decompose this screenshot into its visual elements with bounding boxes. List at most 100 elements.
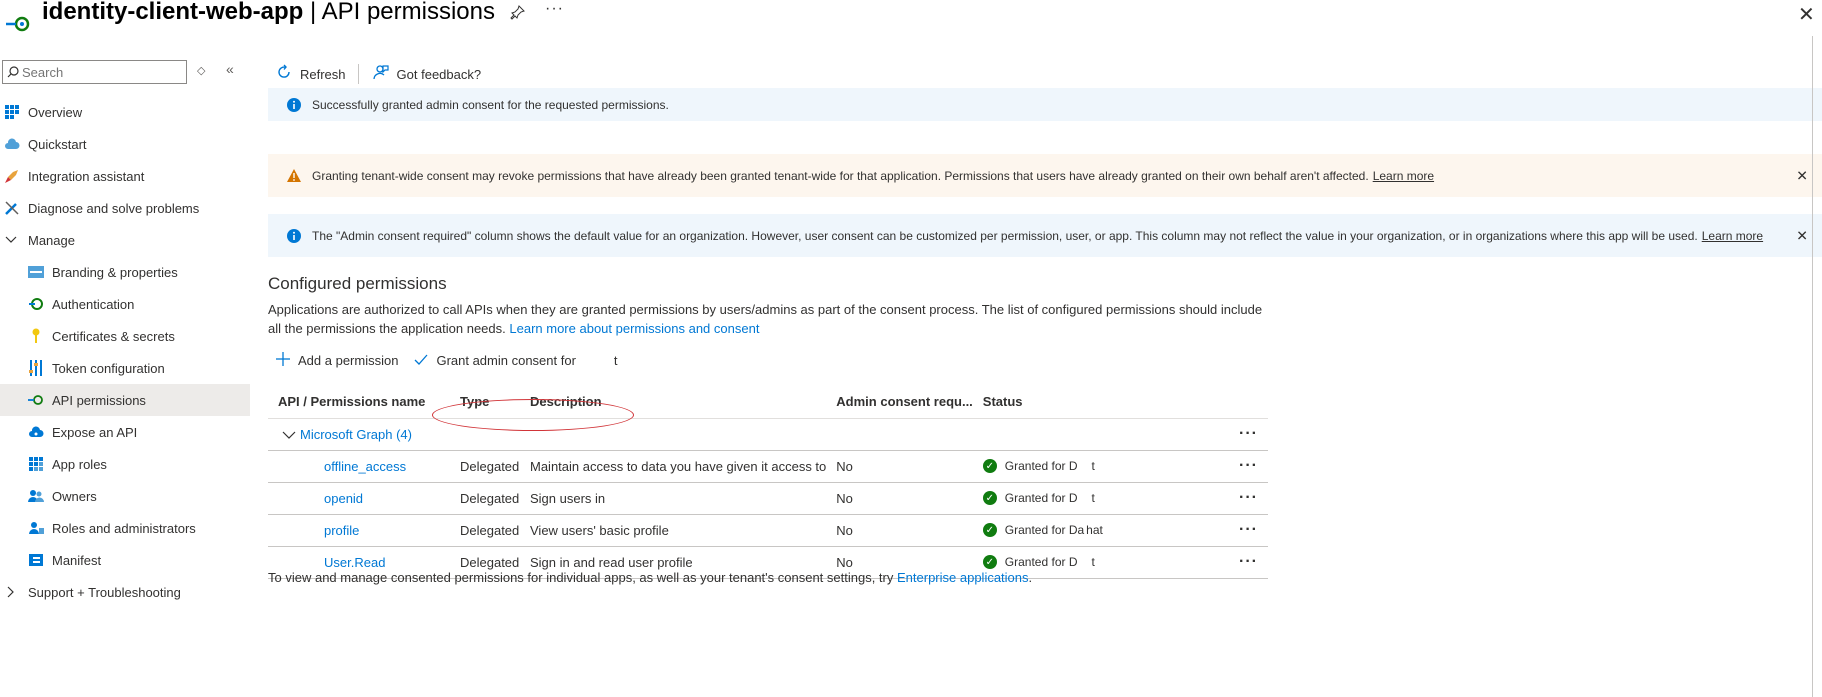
sidebar-item-label: Integration assistant bbox=[28, 168, 145, 184]
sidebar-item-label: Manage bbox=[28, 232, 75, 248]
more-icon[interactable]: ··· bbox=[1142, 514, 1268, 547]
status-cell: ✓ Granted for D t bbox=[972, 450, 1143, 483]
sidebar-item-certificates[interactable]: Certificates & secrets bbox=[0, 320, 250, 352]
sort-icon[interactable]: ◇ bbox=[197, 64, 205, 77]
sidebar-item-roles-administrators[interactable]: Roles and administrators bbox=[0, 512, 250, 544]
table-group-row: Microsoft Graph (4) ··· bbox=[268, 418, 1268, 451]
sidebar-item-overview[interactable]: Overview bbox=[0, 96, 250, 128]
close-icon[interactable]: ✕ bbox=[1798, 2, 1815, 27]
sidebar-item-label: Owners bbox=[52, 488, 97, 504]
api-group-microsoft-graph[interactable]: Microsoft Graph (4) bbox=[268, 418, 1143, 451]
sidebar-item-token-configuration[interactable]: Token configuration bbox=[0, 352, 250, 384]
section-title: Configured permissions bbox=[268, 274, 447, 293]
collapse-sidebar-icon[interactable]: « bbox=[226, 61, 234, 77]
close-icon[interactable]: ✕ bbox=[1796, 227, 1808, 244]
more-icon[interactable]: ··· bbox=[1142, 418, 1268, 451]
grant-admin-consent-button[interactable]: Grant admin consent for t bbox=[414, 350, 618, 371]
status-cell: ✓ Granted for D t bbox=[972, 482, 1143, 515]
admin-consent-value: No bbox=[826, 514, 973, 547]
sidebar-item-label: Support + Troubleshooting bbox=[28, 584, 181, 600]
status-text: Granted for Da bbox=[1004, 523, 1085, 537]
column-header-status[interactable]: Status bbox=[972, 386, 1143, 419]
permission-link[interactable]: openid bbox=[278, 491, 363, 506]
sidebar-item-label: Diagnose and solve problems bbox=[28, 200, 200, 216]
more-icon[interactable]: ··· bbox=[1142, 546, 1268, 579]
sidebar-group-support[interactable]: Support + Troubleshooting bbox=[0, 576, 250, 608]
status-cell: ✓ Granted for Da hat bbox=[972, 514, 1143, 547]
search-icon bbox=[7, 66, 19, 78]
permissions-actions: Add a permission Grant admin consent for… bbox=[276, 346, 618, 374]
cloud-icon bbox=[4, 136, 20, 152]
sidebar-item-label: Token configuration bbox=[52, 360, 165, 376]
status-tenant-tail: t bbox=[1091, 555, 1095, 569]
add-permission-button[interactable]: Add a permission bbox=[276, 350, 398, 371]
table-row: profile Delegated View users' basic prof… bbox=[268, 514, 1268, 547]
annotation-circle bbox=[432, 399, 634, 431]
api-group-label: Microsoft Graph (4) bbox=[300, 426, 412, 442]
sidebar-item-authentication[interactable]: Authentication bbox=[0, 288, 250, 320]
admin-consent-value: No bbox=[826, 450, 973, 483]
enterprise-applications-link[interactable]: Enterprise applications bbox=[897, 570, 1029, 585]
column-header-name[interactable]: API / Permissions name bbox=[268, 386, 450, 419]
permission-description: View users' basic profile bbox=[520, 514, 827, 547]
search-input[interactable] bbox=[22, 64, 172, 80]
sidebar-item-manifest[interactable]: Manifest bbox=[0, 544, 250, 576]
permissions-learn-more-link[interactable]: Learn more about permissions and consent bbox=[509, 321, 759, 336]
check-circle-icon: ✓ bbox=[982, 491, 997, 505]
table-row: openid Delegated Sign users in No ✓ Grant… bbox=[268, 482, 1268, 515]
sidebar-item-quickstart[interactable]: Quickstart bbox=[0, 128, 250, 160]
toolbar: Refresh Got feedback? bbox=[276, 60, 493, 88]
sidebar-item-expose-api[interactable]: Expose an API bbox=[0, 416, 250, 448]
permission-link[interactable]: User.Read bbox=[278, 555, 385, 570]
column-header-actions bbox=[1142, 386, 1268, 419]
pin-icon[interactable] bbox=[510, 4, 526, 20]
permission-name: offline_access bbox=[268, 450, 450, 483]
api-permissions-icon bbox=[28, 392, 44, 408]
footer-note: To view and manage consented permissions… bbox=[268, 570, 1032, 585]
more-icon[interactable]: ··· bbox=[545, 0, 564, 18]
admin-consent-value: No bbox=[826, 482, 973, 515]
rocket-icon bbox=[4, 168, 20, 184]
sidebar-item-label: App roles bbox=[52, 456, 107, 472]
feedback-button[interactable]: Got feedback? bbox=[372, 64, 481, 85]
grant-consent-label: Grant admin consent for bbox=[436, 352, 576, 368]
sidebar-item-diagnose[interactable]: Diagnose and solve problems bbox=[0, 192, 250, 224]
permission-link[interactable]: profile bbox=[278, 523, 359, 538]
status-text: Granted for D bbox=[1004, 555, 1078, 569]
success-message: Successfully granted admin consent for t… bbox=[312, 97, 669, 112]
permission-link[interactable]: offline_access bbox=[278, 459, 406, 474]
app-roles-icon bbox=[28, 456, 44, 472]
sidebar-group-manage[interactable]: Manage bbox=[0, 224, 250, 256]
close-icon[interactable]: ✕ bbox=[1796, 167, 1808, 184]
sidebar-item-integration-assistant[interactable]: Integration assistant bbox=[0, 160, 250, 192]
more-icon[interactable]: ··· bbox=[1142, 450, 1268, 483]
warning-learn-more-link[interactable]: Learn more bbox=[1373, 169, 1434, 183]
sidebar: ◇ « Overview Quickstart Integration assi… bbox=[0, 56, 250, 697]
column-header-admin-consent[interactable]: Admin consent requ... bbox=[826, 386, 973, 419]
sidebar-item-label: Certificates & secrets bbox=[52, 328, 175, 344]
permission-type: Delegated bbox=[450, 514, 520, 547]
sidebar-item-api-permissions[interactable]: API permissions bbox=[0, 384, 250, 416]
scrollbar[interactable] bbox=[1812, 36, 1813, 697]
app-name: identity-client-web-app bbox=[42, 0, 304, 25]
grid-icon bbox=[4, 104, 20, 120]
sidebar-item-label: Manifest bbox=[52, 552, 102, 568]
sidebar-item-branding[interactable]: Branding & properties bbox=[0, 256, 250, 288]
cloud-api-icon bbox=[28, 424, 44, 440]
sidebar-item-owners[interactable]: Owners bbox=[0, 480, 250, 512]
warning-icon bbox=[287, 168, 301, 182]
search-box[interactable] bbox=[2, 60, 187, 84]
chevron-down-icon bbox=[282, 427, 296, 442]
sidebar-item-app-roles[interactable]: App roles bbox=[0, 448, 250, 480]
info-learn-more-link[interactable]: Learn more bbox=[1702, 229, 1763, 243]
warning-message: Granting tenant-wide consent may revoke … bbox=[312, 168, 1369, 183]
status-tenant-tail: t bbox=[1091, 459, 1095, 473]
owners-icon bbox=[28, 488, 44, 504]
token-icon bbox=[28, 360, 44, 376]
more-icon[interactable]: ··· bbox=[1142, 482, 1268, 515]
description-text: Applications are authorized to call APIs… bbox=[268, 302, 1263, 336]
footer-text: To view and manage consented permissions… bbox=[268, 570, 894, 585]
status-tenant-tail: hat bbox=[1086, 523, 1103, 537]
check-circle-icon: ✓ bbox=[982, 523, 997, 537]
refresh-button[interactable]: Refresh bbox=[276, 64, 346, 85]
